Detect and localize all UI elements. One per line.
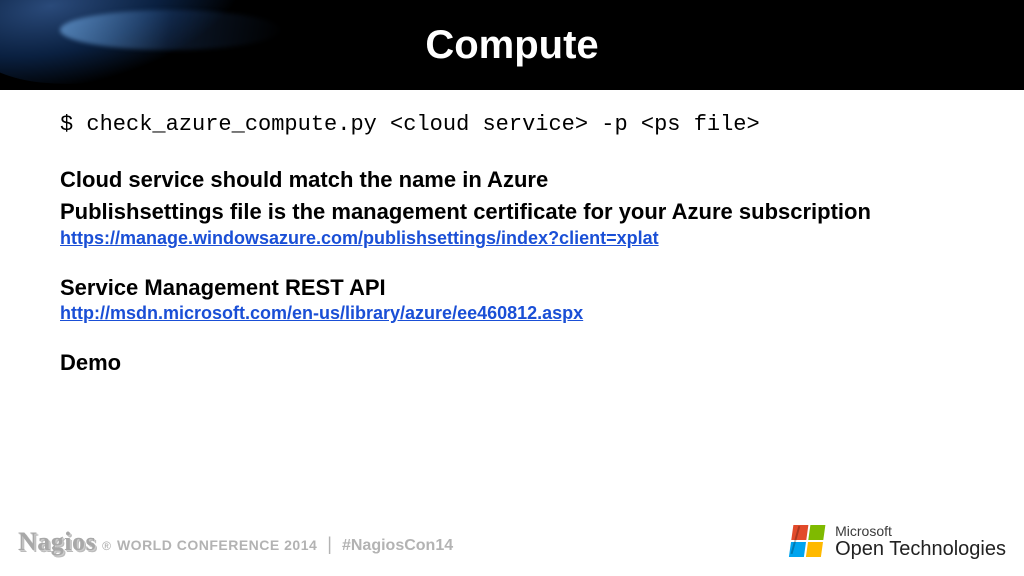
slide-footer: Nagios ® WORLD CONFERENCE 2014 | #NagiosC… bbox=[0, 514, 1024, 576]
footer-divider: | bbox=[327, 534, 332, 555]
ms-label: Microsoft bbox=[835, 524, 1006, 539]
registered-mark: ® bbox=[102, 539, 111, 553]
conference-text: WORLD CONFERENCE 2014 bbox=[117, 537, 317, 553]
footer-right-branding: Microsoft Open Technologies bbox=[791, 524, 1006, 560]
microsoft-open-tech-icon bbox=[789, 525, 828, 559]
note-publishsettings: Publishsettings file is the management c… bbox=[60, 197, 964, 227]
heading-demo: Demo bbox=[60, 350, 964, 376]
command-line: $ check_azure_compute.py <cloud service>… bbox=[60, 112, 964, 137]
footer-left-branding: Nagios ® WORLD CONFERENCE 2014 | #NagiosC… bbox=[18, 527, 453, 557]
nagios-logo-text: Nagios bbox=[18, 527, 96, 557]
open-tech-label: Open Technologies bbox=[835, 539, 1006, 560]
link-publishsettings[interactable]: https://manage.windowsazure.com/publishs… bbox=[60, 228, 659, 249]
slide-content: $ check_azure_compute.py <cloud service>… bbox=[0, 90, 1024, 376]
link-msdn-api[interactable]: http://msdn.microsoft.com/en-us/library/… bbox=[60, 303, 583, 324]
note-cloud-service: Cloud service should match the name in A… bbox=[60, 165, 964, 195]
conference-hashtag: #NagiosCon14 bbox=[342, 537, 453, 555]
slide-title: Compute bbox=[425, 23, 598, 68]
heading-service-mgmt-api: Service Management REST API bbox=[60, 275, 964, 301]
slide-header: Compute bbox=[0, 0, 1024, 90]
microsoft-open-tech-text: Microsoft Open Technologies bbox=[835, 524, 1006, 560]
